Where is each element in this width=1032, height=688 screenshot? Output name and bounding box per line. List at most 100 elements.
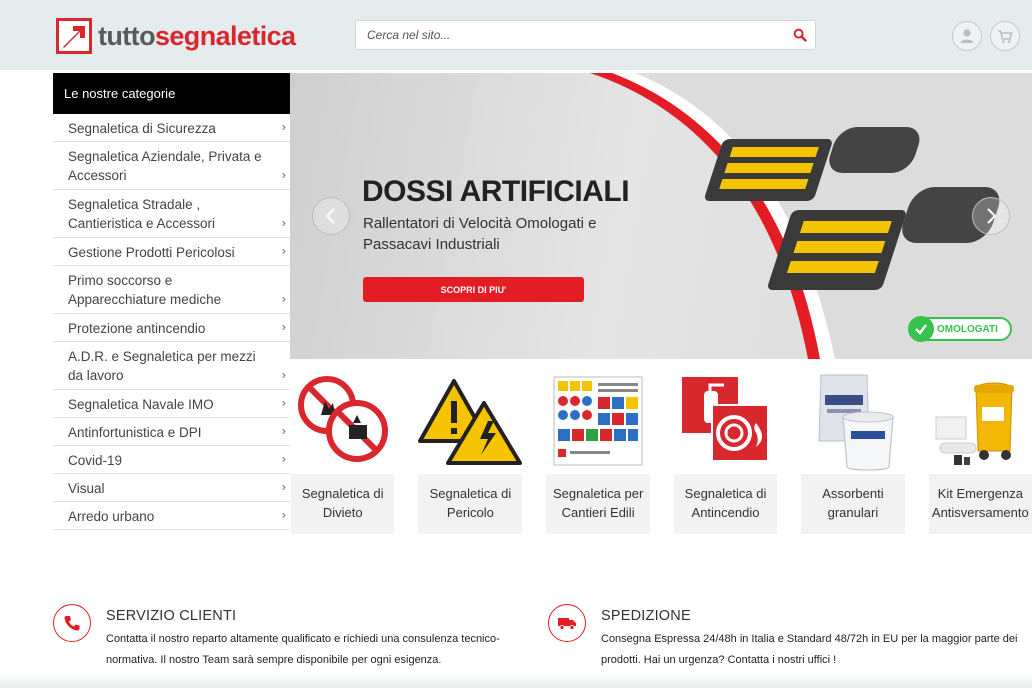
chevron-right-icon: › (281, 507, 286, 522)
chevron-right-icon: › (281, 319, 286, 334)
category-item[interactable]: Antinfortunistica e DPI › (53, 418, 290, 446)
category-item[interactable]: Gestione Prodotti Pericolosi › (53, 238, 290, 266)
shipping-title: SPEDIZIONE (601, 608, 691, 624)
service-title: SERVIZIO CLIENTI (106, 608, 237, 624)
shipping-text-line1: Consegna Espressa 24/48h in Italia e Sta… (601, 633, 1018, 645)
category-item[interactable]: Segnaletica Aziendale, Privata e Accesso… (53, 142, 290, 190)
absorbent-product-image (801, 367, 904, 474)
service-text-line1: Contatta il nostro reparto altamente qua… (106, 633, 500, 645)
product-card-line1: Segnaletica di (301, 486, 384, 501)
product-card-line1: Segnaletica di (429, 486, 512, 501)
approved-badge: OMOLOGATI (908, 316, 1012, 342)
construction-sign-image (546, 367, 649, 474)
category-item[interactable]: Covid-19 › (53, 446, 290, 474)
category-label: Arredo urbano (68, 509, 155, 524)
search-bar (355, 20, 816, 50)
category-item[interactable]: Segnaletica Stradale , Cantieristica e A… (53, 190, 290, 238)
logo-text-part2: segnaletica (154, 21, 296, 51)
cart-button[interactable] (990, 21, 1020, 51)
category-label: Protezione antincendio (68, 321, 206, 336)
category-list: Segnaletica di Sicurezza › Segnaletica Az… (53, 114, 290, 530)
category-sidebar: Le nostre categorie Segnaletica di Sicur… (53, 73, 290, 530)
logo-arrow-icon (56, 18, 92, 54)
banner-subtitle: Rallentatori di Velocità Omologati e Pas… (363, 215, 597, 253)
service-text: Contatta il nostro reparto altamente qua… (106, 629, 500, 671)
chevron-right-icon: › (281, 243, 286, 258)
product-card-line2: Antisversamento (931, 505, 1029, 520)
category-item[interactable]: Segnaletica Navale IMO › (53, 390, 290, 418)
category-item[interactable]: Segnaletica di Sicurezza › (53, 114, 290, 142)
product-card-line1: Assorbenti (822, 486, 884, 501)
category-item[interactable]: A.D.R. e Segnaletica per mezzi da lavoro… (53, 342, 290, 390)
chevron-right-icon (987, 208, 997, 224)
discover-more-button[interactable]: SCOPRI DI PIU' (363, 277, 584, 302)
banner-title: DOSSI ARTIFICIALI (362, 175, 630, 208)
search-icon (793, 28, 807, 42)
product-card-label: Segnaletica di Antincendio (673, 474, 778, 534)
shipping-text-line2: prodotti. Hai un urgenza? Contatta i nos… (601, 654, 837, 666)
search-input[interactable] (356, 21, 785, 49)
category-label: Segnaletica di Sicurezza (68, 121, 216, 136)
phone-icon (53, 604, 91, 642)
check-icon (908, 316, 934, 342)
chevron-right-icon: › (281, 451, 286, 466)
shipping-text: Consegna Espressa 24/48h in Italia e Sta… (601, 629, 1017, 671)
product-card-line1: Kit Emergenza (937, 486, 1023, 501)
cart-icon (998, 30, 1013, 43)
product-card-label: Segnaletica di Divieto (291, 474, 395, 534)
search-button[interactable] (785, 21, 815, 49)
chevron-right-icon: › (281, 423, 286, 438)
category-item[interactable]: Visual › (53, 474, 290, 502)
site-logo[interactable]: tuttosegnaletica (56, 18, 296, 54)
category-label: Segnaletica Aziendale, Privata e Accesso… (68, 149, 262, 183)
product-card-line1: Segnaletica di (684, 486, 767, 501)
product-card-line1: Segnaletica per (552, 486, 644, 501)
product-card[interactable]: Kit Emergenza Antisversamento (928, 367, 1032, 535)
carousel-next-button[interactable] (972, 197, 1010, 235)
category-label: Gestione Prodotti Pericolosi (68, 245, 235, 260)
category-label: Antinfortunistica e DPI (68, 425, 202, 440)
product-card-label: Assorbenti granulari (801, 474, 905, 534)
speed-bump-image (704, 127, 1000, 290)
chevron-right-icon: › (281, 395, 286, 410)
carousel-prev-button[interactable] (312, 197, 350, 235)
spill-kit-image (929, 367, 1032, 474)
category-label: Visual (68, 481, 105, 496)
warning-sign-image (418, 367, 523, 474)
prohibition-sign-image (291, 367, 394, 474)
chevron-right-icon: › (281, 119, 286, 134)
category-label: Primo soccorso e Apparecchiature mediche (68, 273, 222, 307)
category-label: Segnaletica Stradale , Cantieristica e A… (68, 197, 216, 231)
logo-text-part1: tutto (98, 21, 156, 51)
product-card[interactable]: Segnaletica di Pericolo (418, 367, 523, 535)
chevron-right-icon: › (281, 367, 286, 382)
category-item[interactable]: Primo soccorso e Apparecchiature mediche… (53, 266, 290, 314)
service-text-line2: normativa. Il nostro Team sarà sempre di… (106, 654, 442, 666)
product-card-line2: Divieto (322, 505, 363, 520)
product-card[interactable]: Segnaletica di Antincendio (673, 367, 778, 535)
product-card-label: Kit Emergenza Antisversamento (928, 474, 1032, 534)
product-card[interactable]: Segnaletica per Cantieri Edili (546, 367, 650, 535)
product-card[interactable]: Assorbenti granulari (801, 367, 905, 535)
product-card[interactable]: Segnaletica di Divieto (291, 367, 395, 535)
product-card-line2: granulari (827, 505, 879, 520)
product-card-label: Segnaletica di Pericolo (418, 474, 523, 534)
category-item[interactable]: Arredo urbano › (53, 502, 290, 530)
chevron-right-icon: › (281, 167, 286, 182)
page-bottom-shade (0, 674, 1032, 688)
product-card-line2: Pericolo (446, 505, 494, 520)
category-item[interactable]: Protezione antincendio › (53, 314, 290, 342)
chevron-right-icon: › (281, 215, 286, 230)
chevron-right-icon: › (281, 291, 286, 306)
account-button[interactable] (952, 21, 982, 51)
user-icon (960, 29, 974, 43)
hero-banner[interactable]: DOSSI ARTIFICIALI Rallentatori di Veloci… (290, 73, 1032, 359)
category-label: Segnaletica Navale IMO (68, 397, 214, 412)
chevron-right-icon: › (281, 479, 286, 494)
product-card-line2: Cantieri Edili (561, 505, 635, 520)
logo-text: tuttosegnaletica (98, 18, 296, 54)
fire-sign-image (674, 367, 777, 474)
chevron-left-icon (325, 208, 335, 224)
category-label: Covid-19 (68, 453, 123, 468)
product-categories: Segnaletica di Divieto Segnaletica di Peri… (291, 367, 1032, 535)
